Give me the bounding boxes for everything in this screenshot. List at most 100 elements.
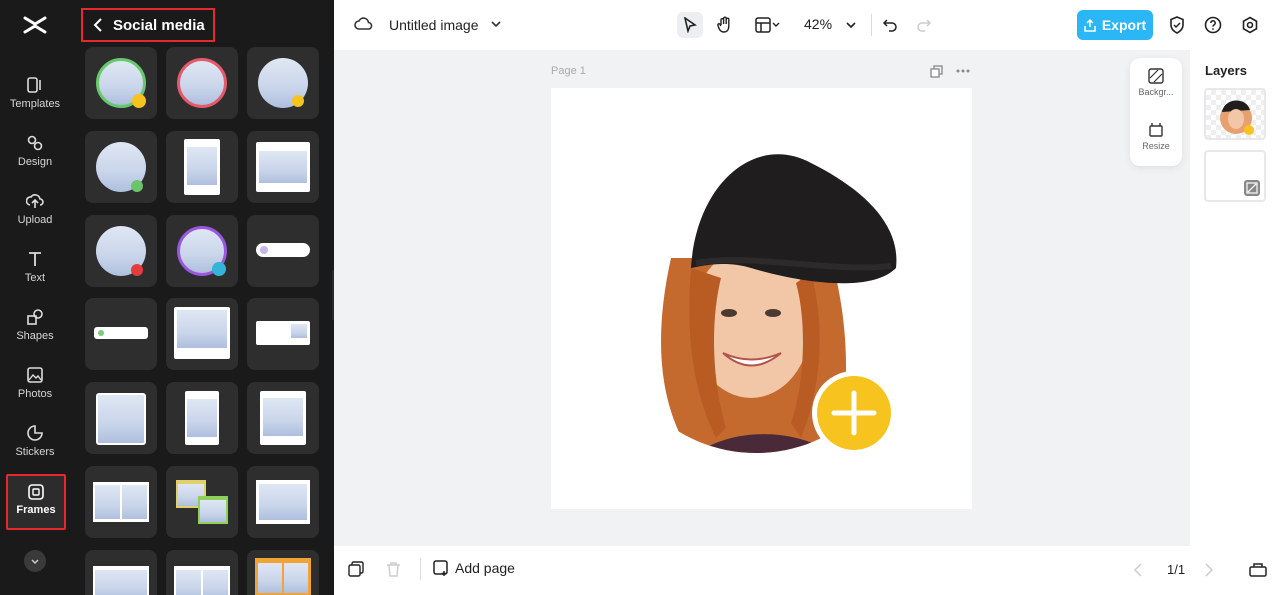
- frame-tile[interactable]: [247, 382, 319, 454]
- bottom-divider: [420, 558, 421, 580]
- shapes-icon: [27, 309, 43, 325]
- rail-label-frames: Frames: [16, 504, 56, 516]
- duplicate-icon[interactable]: [348, 561, 364, 577]
- cursor-icon: [683, 17, 697, 33]
- more-button[interactable]: [24, 550, 46, 572]
- page-counter: 1/1: [1167, 562, 1186, 577]
- frame-tile[interactable]: [166, 382, 238, 454]
- profile-photo-frame[interactable]: [551, 88, 972, 509]
- shield-icon: [1170, 16, 1184, 34]
- stickers-icon: [27, 425, 43, 441]
- frame-tile[interactable]: [85, 298, 157, 370]
- resize-tool-label: Resize: [1142, 141, 1170, 151]
- frame-tile[interactable]: [85, 550, 157, 595]
- capcut-logo[interactable]: [22, 12, 48, 38]
- upload-icon: [26, 194, 44, 208]
- settings-button[interactable]: [1237, 12, 1263, 38]
- layout-menu-button[interactable]: [748, 12, 788, 38]
- chevron-down-icon[interactable]: [490, 18, 502, 30]
- layout-icon: [755, 17, 771, 33]
- frames-panel: Social media: [70, 0, 334, 595]
- export-button[interactable]: Export: [1077, 10, 1153, 40]
- rail-label-text: Text: [24, 272, 46, 284]
- rail-label-templates: Templates: [9, 98, 61, 110]
- frame-tile[interactable]: [247, 215, 319, 287]
- document-title[interactable]: Untitled image: [389, 17, 479, 33]
- frame-tile[interactable]: [166, 298, 238, 370]
- frame-tile[interactable]: [85, 466, 157, 538]
- toolbar-divider: [871, 14, 872, 36]
- duplicate-page-icon[interactable]: [930, 65, 943, 78]
- canvas-workspace: Page 1 Backgr... Resize: [334, 50, 1190, 546]
- chevron-left-icon[interactable]: [93, 18, 103, 32]
- hand-icon: [717, 16, 730, 33]
- quick-tools-panel: Backgr... Resize: [1130, 58, 1182, 166]
- panel-header[interactable]: Social media: [81, 8, 215, 42]
- chevron-right-icon[interactable]: [1204, 563, 1214, 577]
- gear-icon: [1242, 16, 1258, 34]
- help-button[interactable]: [1200, 12, 1226, 38]
- photos-icon: [27, 367, 43, 383]
- rail-item-frames[interactable]: Frames: [6, 474, 66, 530]
- resize-icon: [1149, 123, 1163, 137]
- redo-button[interactable]: [911, 12, 937, 38]
- undo-icon: [882, 19, 897, 32]
- left-rail: Templates Design Upload Text Shapes Phot…: [0, 0, 70, 595]
- chevron-down-icon[interactable]: [845, 19, 857, 31]
- layer-item-photo[interactable]: [1204, 88, 1266, 140]
- frame-tile[interactable]: [166, 550, 238, 595]
- frame-tile[interactable]: [247, 298, 319, 370]
- add-page-button[interactable]: Add page: [433, 560, 515, 576]
- design-page[interactable]: [551, 88, 972, 509]
- frame-tile[interactable]: [166, 215, 238, 287]
- hand-tool-button[interactable]: [712, 12, 738, 38]
- frame-tile[interactable]: [166, 47, 238, 119]
- layers-title: Layers: [1205, 63, 1247, 78]
- chevron-down-icon: [31, 559, 39, 565]
- undo-button[interactable]: [877, 12, 903, 38]
- layers-panel: Layers: [1190, 50, 1280, 546]
- add-page-icon: [433, 560, 448, 576]
- chevron-down-icon: [772, 22, 780, 27]
- cloud-icon[interactable]: [354, 15, 374, 33]
- frame-tile[interactable]: [247, 550, 319, 595]
- rail-item-shapes[interactable]: Shapes: [0, 308, 70, 362]
- frames-icon: [28, 484, 44, 500]
- frame-tile[interactable]: [166, 131, 238, 203]
- resize-tool[interactable]: Resize: [1130, 122, 1182, 151]
- layer-item-background[interactable]: [1204, 150, 1266, 202]
- rail-label-upload: Upload: [17, 214, 53, 226]
- more-options-icon[interactable]: [956, 69, 970, 73]
- background-icon: [1148, 68, 1164, 84]
- frame-tile[interactable]: [166, 466, 238, 538]
- chevron-left-icon[interactable]: [1133, 563, 1143, 577]
- frame-tile[interactable]: [85, 382, 157, 454]
- frame-tile[interactable]: [85, 47, 157, 119]
- page-label: Page 1: [551, 65, 586, 77]
- rail-item-upload[interactable]: Upload: [0, 192, 70, 246]
- trash-icon[interactable]: [386, 561, 401, 577]
- rail-label-design: Design: [17, 156, 53, 168]
- rail-item-stickers[interactable]: Stickers: [0, 424, 70, 478]
- frame-tile[interactable]: [247, 131, 319, 203]
- rail-item-templates[interactable]: Templates: [0, 76, 70, 130]
- templates-icon: [27, 77, 41, 93]
- rail-label-photos: Photos: [17, 388, 53, 400]
- design-icon: [27, 135, 43, 151]
- frame-tile[interactable]: [247, 466, 319, 538]
- rail-item-text[interactable]: Text: [0, 250, 70, 304]
- background-tool[interactable]: Backgr...: [1130, 68, 1182, 97]
- shield-button[interactable]: [1164, 12, 1190, 38]
- frame-tile[interactable]: [85, 131, 157, 203]
- rail-label-shapes: Shapes: [16, 330, 54, 342]
- rail-item-photos[interactable]: Photos: [0, 366, 70, 420]
- top-bar: Untitled image 42% Export: [334, 0, 1280, 50]
- select-tool-button[interactable]: [677, 12, 703, 38]
- frame-tile[interactable]: [85, 215, 157, 287]
- frame-tile[interactable]: [247, 47, 319, 119]
- panel-title: Social media: [113, 16, 205, 34]
- zoom-level[interactable]: 42%: [804, 16, 832, 32]
- pages-panel-icon[interactable]: [1249, 561, 1267, 577]
- rail-item-design[interactable]: Design: [0, 134, 70, 188]
- add-page-label: Add page: [455, 560, 515, 576]
